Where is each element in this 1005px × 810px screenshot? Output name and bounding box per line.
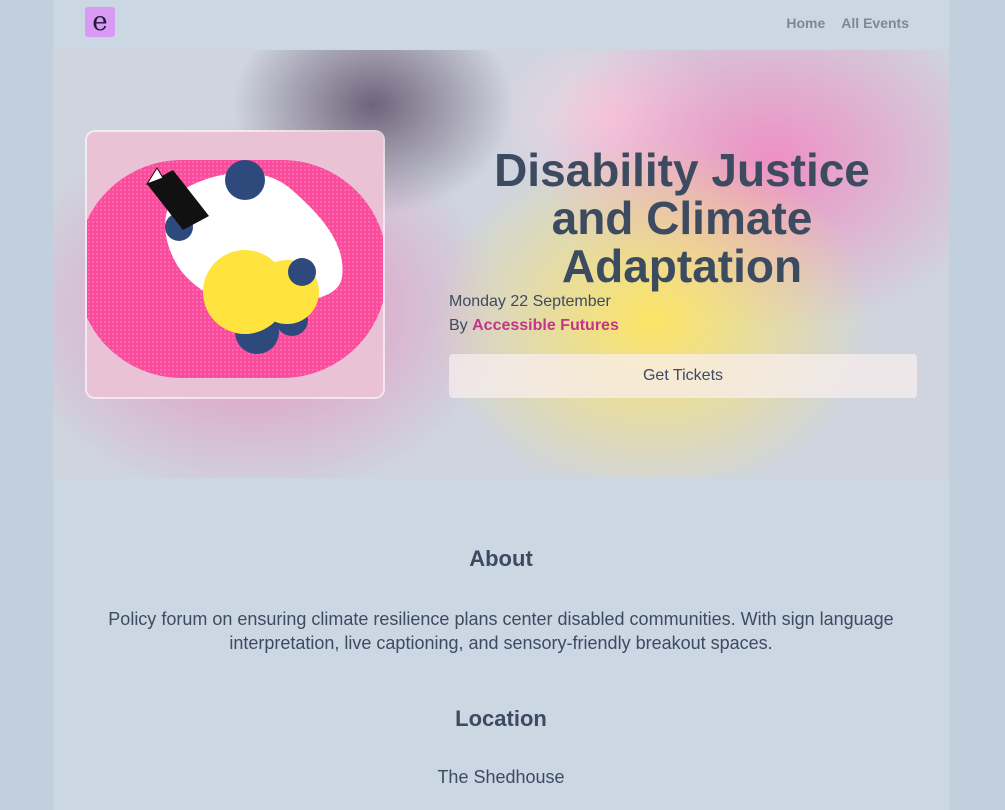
about-description: Policy forum on ensuring climate resilie… xyxy=(108,609,894,653)
event-hero: Disability Justice and Climate Adaptatio… xyxy=(53,50,949,478)
event-title: Disability Justice and Climate Adaptatio… xyxy=(494,144,870,292)
organizer-link[interactable]: Accessible Futures xyxy=(472,317,619,334)
event-cover-image xyxy=(85,130,385,399)
abstract-illustration xyxy=(87,132,383,397)
site-logo[interactable]: e xyxy=(85,7,115,37)
location-venue: The Shedhouse xyxy=(437,767,565,787)
get-tickets-button[interactable]: Get Tickets xyxy=(449,354,917,398)
about-heading: About xyxy=(469,546,533,571)
nav-link-home[interactable]: Home xyxy=(786,15,825,31)
location-heading: Location xyxy=(455,706,547,731)
organizer-prefix: By xyxy=(449,317,468,334)
nav-link-all-events[interactable]: All Events xyxy=(841,15,909,31)
event-organizer-line: By Accessible Futures xyxy=(449,317,619,335)
main-nav: Home All Events xyxy=(786,15,909,31)
top-navigation-bar: e Home All Events xyxy=(53,0,949,50)
event-date: Monday 22 September xyxy=(449,293,611,310)
page: e Home All Events Disability Justice and… xyxy=(53,0,949,810)
